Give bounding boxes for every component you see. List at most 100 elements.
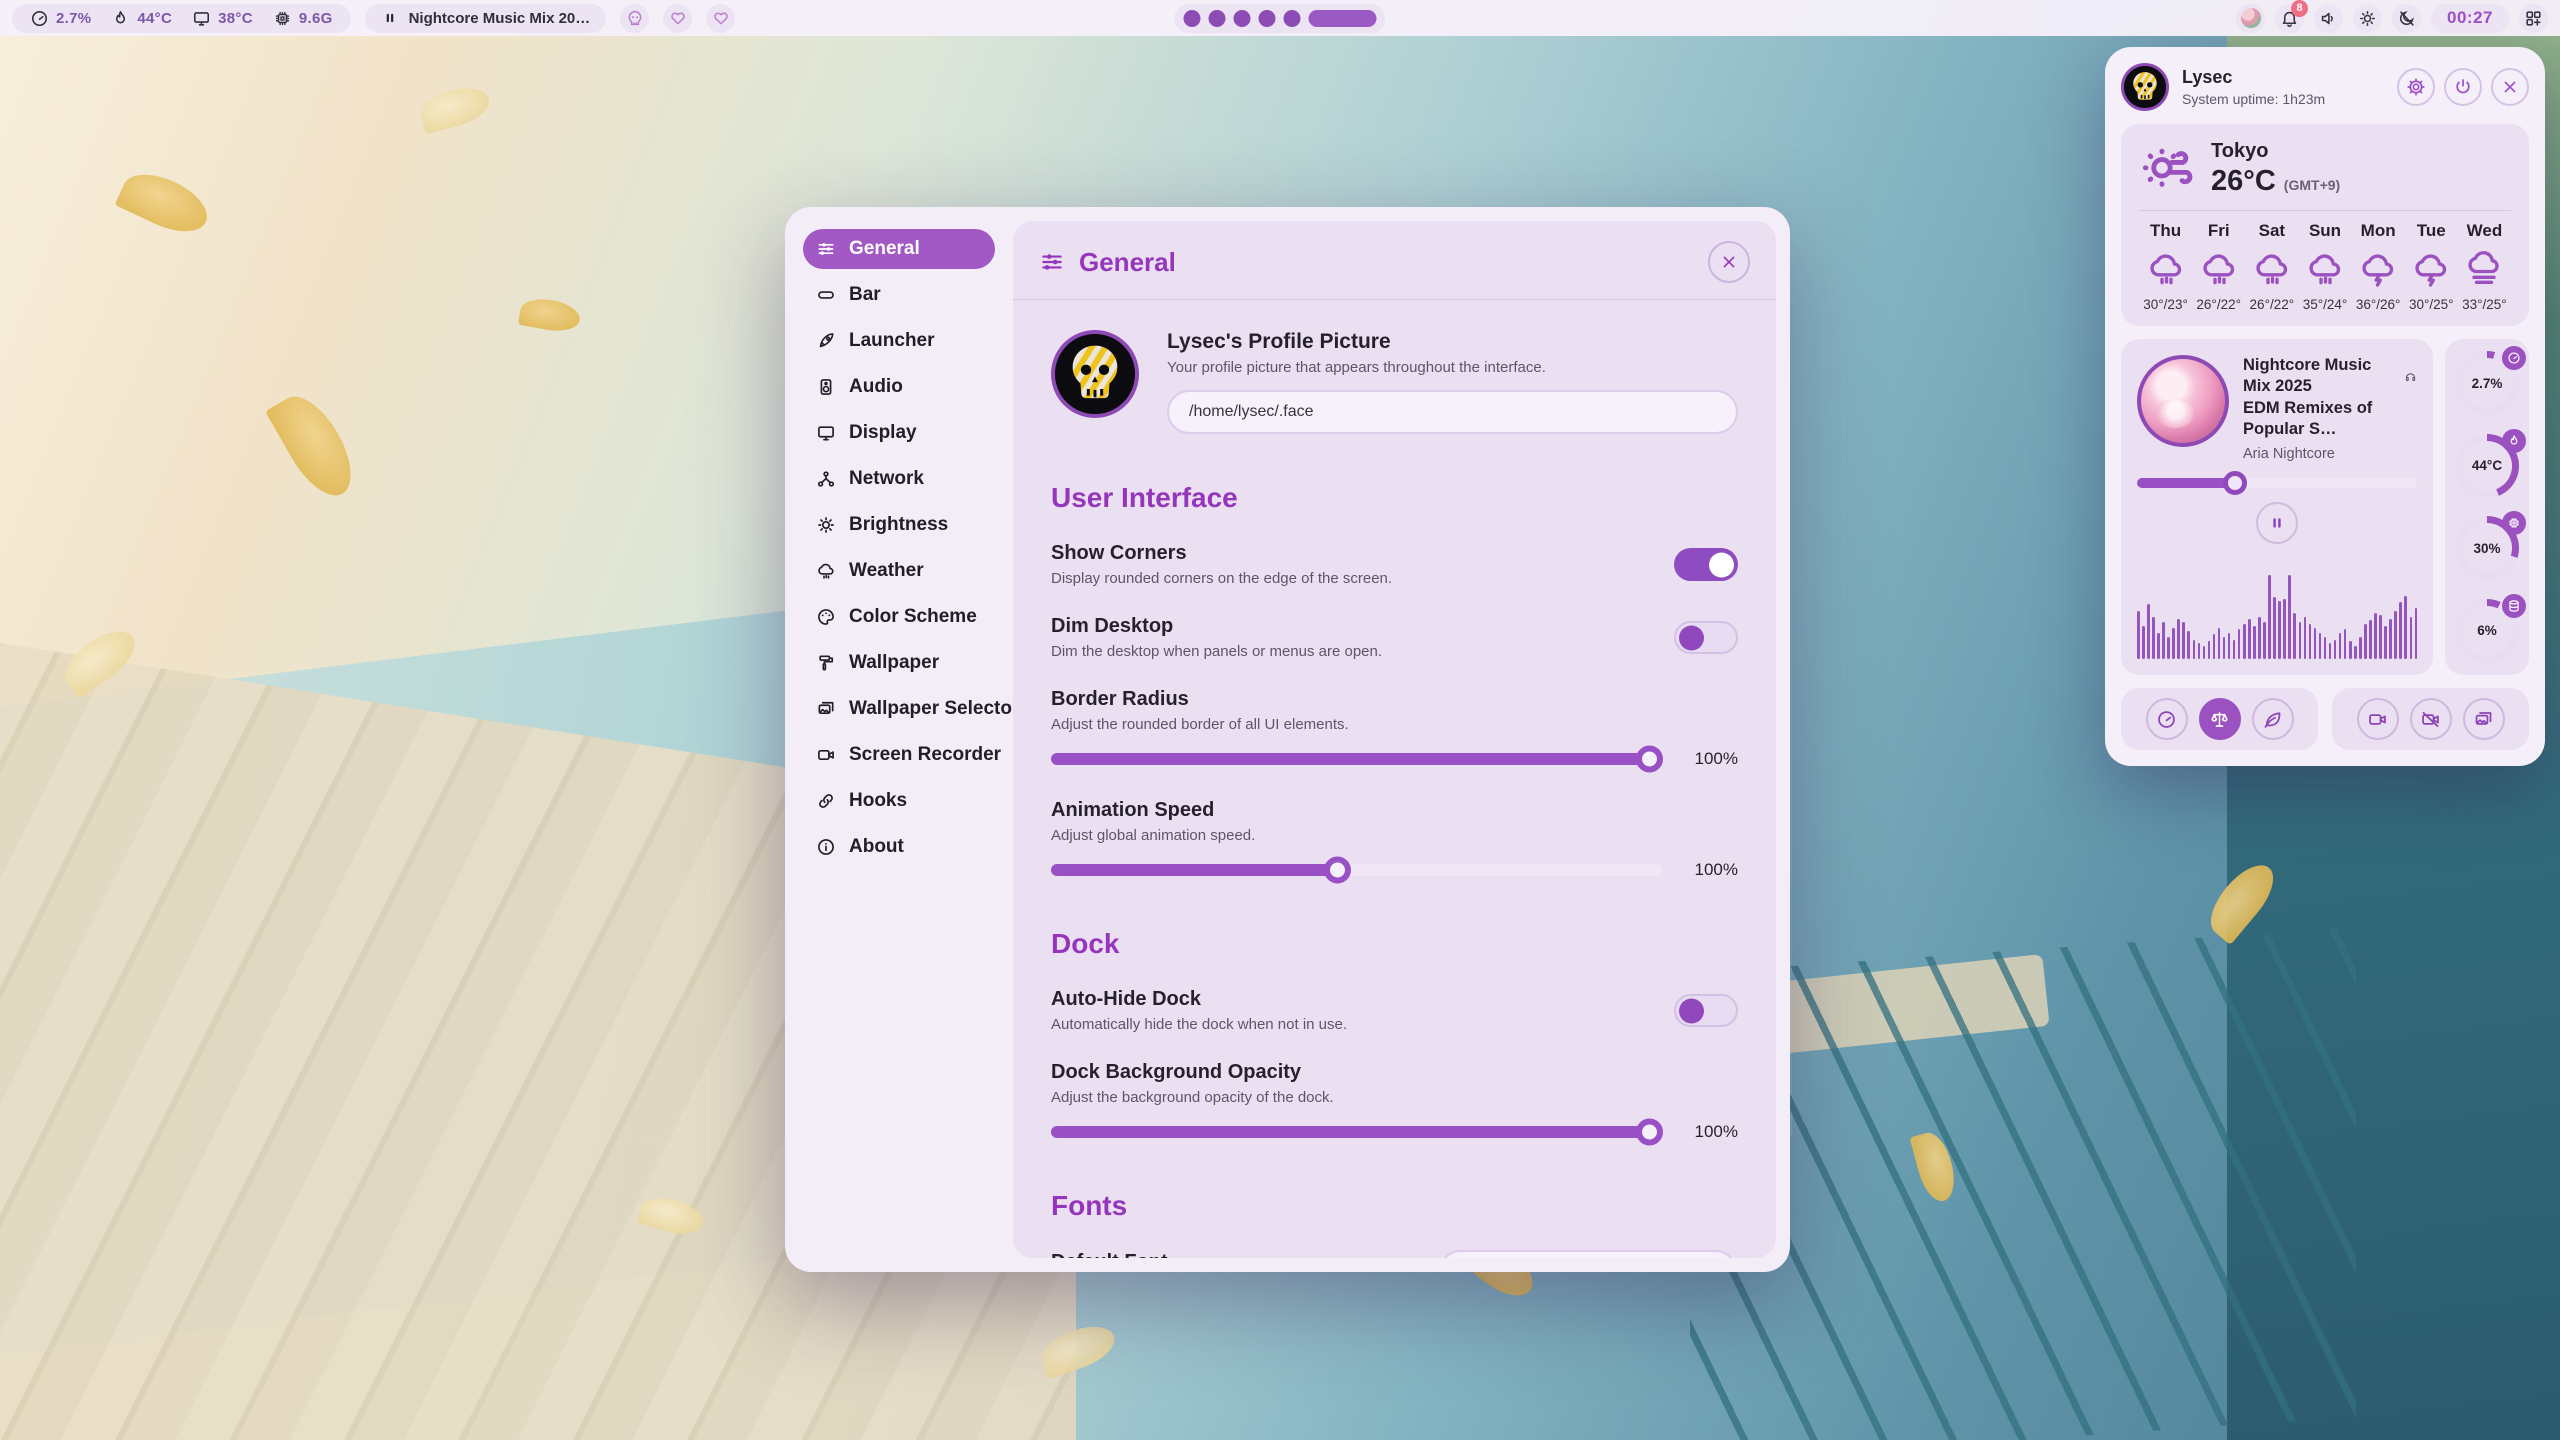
sidebar-item-network[interactable]: Network: [803, 459, 995, 499]
skull-icon: [626, 9, 644, 27]
workspace-dot[interactable]: [1284, 10, 1301, 27]
forecast-day-name: Mon: [2361, 221, 2396, 241]
visualizer-bar: [2187, 631, 2190, 659]
visualizer-bar: [2329, 643, 2332, 659]
wallpaper-leaf: [265, 385, 365, 506]
balanced-profile-button[interactable]: [2199, 698, 2241, 740]
chip-icon: [273, 9, 292, 28]
tray-heart-button-2[interactable]: [706, 4, 735, 33]
performance-profile-button[interactable]: [2146, 698, 2188, 740]
setting-row-dim-desktop: Dim Desktop Dim the desktop when panels …: [1051, 615, 1738, 660]
tray-app-icon: [2241, 8, 2261, 28]
cpu-temp-value: 44°C: [137, 10, 172, 27]
gauge-value: 44°C: [2472, 458, 2502, 473]
setting-row-default-font: Default Font Main font used throughout t…: [1051, 1250, 1738, 1258]
sidebar-item-about[interactable]: About: [803, 827, 995, 867]
toggle-knob: [1709, 552, 1734, 577]
workspace-dot[interactable]: [1209, 10, 1226, 27]
sidebar-item-brightness[interactable]: Brightness: [803, 505, 995, 545]
default-font-select[interactable]: Roboto: [1438, 1250, 1738, 1258]
show-corners-toggle[interactable]: [1674, 548, 1738, 581]
bar-pill-icon: [816, 285, 836, 305]
settings-content: Lysec's Profile Picture Your profile pic…: [1013, 300, 1776, 1258]
sidebar-item-label: Launcher: [849, 330, 935, 352]
sidebar-item-label: Network: [849, 468, 924, 490]
visualizer-bar: [2283, 599, 2286, 659]
dim-desktop-toggle[interactable]: [1674, 621, 1738, 654]
sidebar-item-color-scheme[interactable]: Color Scheme: [803, 597, 995, 637]
workspace-dot[interactable]: [1184, 10, 1201, 27]
sun-icon: [2358, 9, 2377, 28]
visualizer-bar: [2399, 602, 2402, 659]
forecast-day: Sat 26°/22°: [2245, 221, 2298, 312]
visualizer-bar: [2314, 628, 2317, 659]
sidebar-item-label: Audio: [849, 376, 903, 398]
sidebar-item-weather[interactable]: Weather: [803, 551, 995, 591]
dock-opacity-slider[interactable]: [1051, 1126, 1662, 1138]
night-light-button[interactable]: [2392, 4, 2421, 33]
slider-knob[interactable]: [1636, 1119, 1663, 1146]
clock-pill[interactable]: 00:27: [2431, 4, 2509, 33]
screen-record-button[interactable]: [2357, 698, 2399, 740]
slider-knob[interactable]: [1324, 857, 1351, 884]
sidebar-item-wallpaper-selector[interactable]: Wallpaper Selector: [803, 689, 995, 729]
screen-record-off-button[interactable]: [2410, 698, 2452, 740]
rocket-icon: [816, 331, 836, 351]
pause-icon: [2267, 513, 2287, 533]
screenshot-button[interactable]: [2463, 698, 2505, 740]
track-title-line2: EDM Remixes of Popular S…: [2243, 398, 2417, 441]
visualizer-bar: [2309, 624, 2312, 659]
memory-value: 9.6G: [299, 10, 333, 27]
forecast-day-name: Sat: [2259, 221, 2285, 241]
tray-skull-button[interactable]: [620, 4, 649, 33]
cpu-temp-gauge: 44°C: [2455, 434, 2519, 498]
track-progress-slider[interactable]: [2137, 478, 2417, 488]
sidebar-item-bar[interactable]: Bar: [803, 275, 995, 315]
notifications-button[interactable]: 8: [2275, 4, 2304, 33]
workspace-dot[interactable]: [1234, 10, 1251, 27]
overview-button[interactable]: [2519, 4, 2548, 33]
sidebar-item-hooks[interactable]: Hooks: [803, 781, 995, 821]
sidebar-item-label: Hooks: [849, 790, 907, 812]
visualizer-bar: [2193, 640, 2196, 659]
sidebar-item-label: Weather: [849, 560, 924, 582]
profile-path-input[interactable]: [1167, 390, 1738, 434]
border-radius-slider[interactable]: [1051, 753, 1662, 765]
sidebar-item-launcher[interactable]: Launcher: [803, 321, 995, 361]
close-panel-button[interactable]: [2491, 68, 2529, 106]
weather-divider: [2139, 210, 2511, 211]
sidebar-item-general[interactable]: General: [803, 229, 995, 269]
close-button[interactable]: [1708, 241, 1750, 283]
image-stack-icon: [816, 699, 836, 719]
animation-speed-slider[interactable]: [1051, 864, 1662, 876]
visualizer-bar: [2248, 619, 2251, 659]
progress-knob[interactable]: [2223, 471, 2247, 495]
brightness-button[interactable]: [2353, 4, 2382, 33]
sidebar-item-audio[interactable]: Audio: [803, 367, 995, 407]
settings-button[interactable]: [2397, 68, 2435, 106]
speedometer-icon: [2156, 709, 2177, 730]
tray-heart-button-1[interactable]: [663, 4, 692, 33]
sidebar-item-screen-recorder[interactable]: Screen Recorder: [803, 735, 995, 775]
visualizer-bar: [2415, 608, 2417, 659]
sidebar-item-wallpaper[interactable]: Wallpaper: [803, 643, 995, 683]
topbar-media-pill[interactable]: Nightcore Music Mix 20…: [365, 4, 607, 33]
cloud-rain-icon: [2199, 249, 2239, 289]
visualizer-bar: [2268, 575, 2271, 659]
visualizer-bar: [2208, 641, 2211, 659]
track-title-line1: Nightcore Music Mix 2025: [2243, 355, 2398, 398]
slider-knob[interactable]: [1636, 746, 1663, 773]
power-button[interactable]: [2444, 68, 2482, 106]
volume-button[interactable]: [2314, 4, 2343, 33]
workspace-indicator[interactable]: [1175, 4, 1386, 33]
workspace-dot[interactable]: [1259, 10, 1276, 27]
tray-app-button[interactable]: [2236, 4, 2265, 33]
sidebar-item-display[interactable]: Display: [803, 413, 995, 453]
workspace-active-pill[interactable]: [1309, 10, 1377, 27]
visualizer-bar: [2177, 619, 2180, 659]
setting-description: Automatically hide the dock when not in …: [1051, 1016, 1347, 1033]
pause-button[interactable]: [2256, 502, 2298, 544]
auto-hide-dock-toggle[interactable]: [1674, 994, 1738, 1027]
pause-icon: [381, 9, 399, 27]
power-saver-profile-button[interactable]: [2252, 698, 2294, 740]
